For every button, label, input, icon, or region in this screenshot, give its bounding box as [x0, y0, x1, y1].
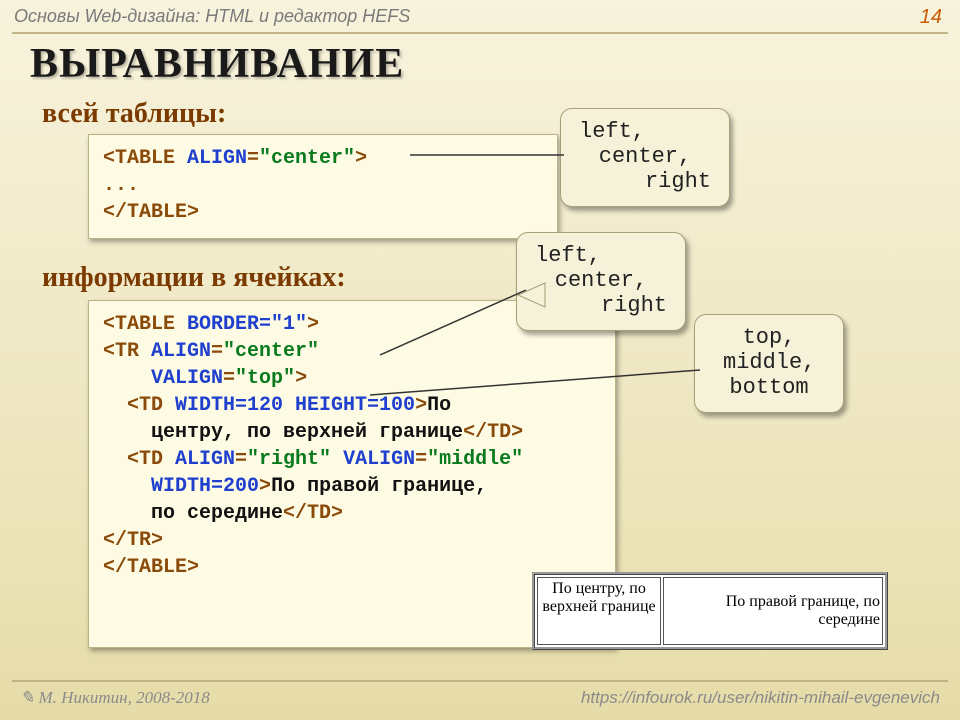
- code-text: </TABLE>: [103, 201, 199, 224]
- callout-line: top,: [713, 325, 825, 350]
- code-text: =: [415, 448, 427, 471]
- callout-line: right: [579, 169, 711, 194]
- callout-line: right: [535, 293, 667, 318]
- code-text: ALIGN: [175, 448, 235, 471]
- code-text: ALIGN: [151, 340, 211, 363]
- subhead-table-align: всей таблицы:: [42, 98, 226, 130]
- page-number: 14: [920, 6, 942, 29]
- code-block-table-align: <TABLE ALIGN="center"> ... </TABLE>: [88, 134, 558, 239]
- code-text: <TD: [103, 448, 175, 471]
- code-text: =: [211, 340, 223, 363]
- code-text: VALIGN: [151, 367, 223, 390]
- code-text: WIDTH=200: [151, 475, 259, 498]
- subhead-cell-align: информации в ячейках:: [42, 262, 346, 294]
- callout-valign-values: top, middle, bottom: [694, 314, 844, 413]
- code-text: <TABLE: [103, 313, 187, 336]
- code-text: ALIGN: [187, 147, 247, 170]
- callout-line: left,: [535, 243, 667, 268]
- callout-align-values-1: left, center, right: [560, 108, 730, 207]
- code-text: =: [235, 448, 247, 471]
- code-text: </TD>: [283, 502, 343, 525]
- code-text: >: [307, 313, 319, 336]
- code-text: =: [223, 367, 235, 390]
- code-text: <TD: [103, 394, 175, 417]
- example-table: По центру, по верхней границе По правой …: [532, 572, 888, 650]
- code-text: >: [355, 147, 367, 170]
- breadcrumb: Основы Web-дизайна: HTML и редактор HEFS: [14, 6, 410, 27]
- code-text: По правой границе,: [271, 475, 487, 498]
- footer-author-text: М. Никитин, 2008-2018: [34, 688, 210, 707]
- callout-align-values-2: left, center, right: [516, 232, 686, 331]
- code-text: VALIGN: [343, 448, 415, 471]
- code-text: по середине: [103, 502, 283, 525]
- pencil-icon: ✎: [20, 688, 34, 707]
- code-text: </TR>: [103, 529, 163, 552]
- code-text: <TABLE: [103, 147, 187, 170]
- callout-line: left,: [579, 119, 711, 144]
- code-text: >: [415, 394, 427, 417]
- code-text: >: [295, 367, 307, 390]
- callout-line: center,: [579, 144, 711, 169]
- code-text: центру, по верхней границе: [103, 421, 463, 444]
- code-text: =: [247, 147, 259, 170]
- code-text: По: [427, 394, 451, 417]
- code-text: <TR: [103, 340, 151, 363]
- divider-bottom: [12, 680, 948, 682]
- code-text: [103, 475, 151, 498]
- divider-top: [12, 32, 948, 34]
- code-text: </TD>: [463, 421, 523, 444]
- code-text: "right": [247, 448, 343, 471]
- code-text: "center": [259, 147, 355, 170]
- page-title: ВЫРАВНИВАНИЕ: [30, 40, 404, 88]
- example-cell-2: По правой границе, по середине: [663, 577, 883, 645]
- code-text: WIDTH=120 HEIGHT=100: [175, 394, 415, 417]
- code-text: >: [259, 475, 271, 498]
- code-text: </TABLE>: [103, 556, 199, 579]
- callout-line: middle,: [713, 350, 825, 375]
- code-text: "middle": [427, 448, 523, 471]
- code-text: [103, 367, 151, 390]
- code-text: BORDER="1": [187, 313, 307, 336]
- example-cell-1: По центру, по верхней границе: [537, 577, 661, 645]
- callout-line: bottom: [713, 375, 825, 400]
- code-text: "top": [235, 367, 295, 390]
- footer-url: https://infourok.ru/user/nikitin-mihail-…: [581, 688, 940, 708]
- callout-line: center,: [535, 268, 667, 293]
- code-text: "center": [223, 340, 319, 363]
- code-text: ...: [103, 174, 139, 197]
- footer-author: ✎ М. Никитин, 2008-2018: [20, 688, 210, 708]
